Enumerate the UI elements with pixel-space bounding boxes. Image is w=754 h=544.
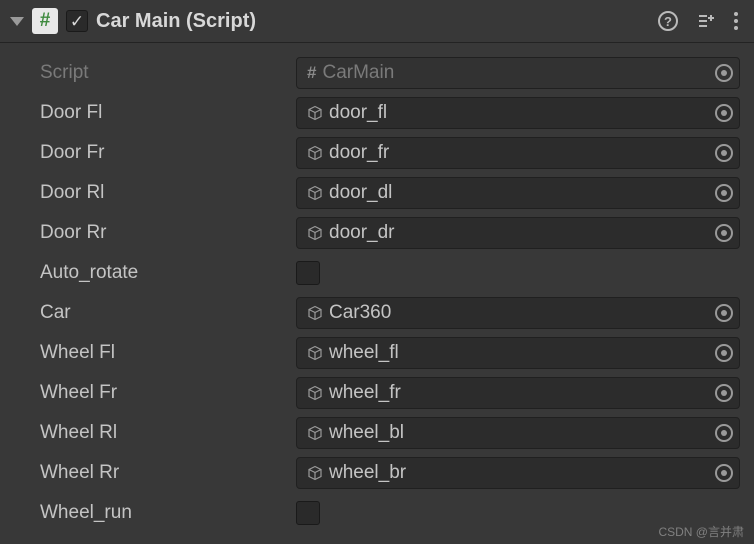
object-field[interactable]: door_fl xyxy=(296,97,740,129)
gameobject-cube-icon xyxy=(307,225,323,241)
property-checkbox[interactable] xyxy=(296,501,320,525)
gameobject-cube-icon xyxy=(307,145,323,161)
property-row: Door Rl door_dl xyxy=(40,173,740,213)
object-picker-icon[interactable] xyxy=(715,424,733,442)
object-field[interactable]: door_dl xyxy=(296,177,740,209)
properties-panel: Script # CarMain Door Fl door_flDoor Fr … xyxy=(0,43,754,533)
foldout-toggle-icon[interactable] xyxy=(10,17,24,26)
gameobject-cube-icon xyxy=(307,465,323,481)
property-label: Wheel Rl xyxy=(40,422,296,444)
property-row: Door Fr door_fr xyxy=(40,133,740,173)
object-picker-icon[interactable] xyxy=(715,344,733,362)
property-checkbox[interactable] xyxy=(296,261,320,285)
gameobject-cube-icon xyxy=(307,105,323,121)
object-picker-icon[interactable] xyxy=(715,304,733,322)
checkmark-icon: ✓ xyxy=(70,13,84,30)
object-field-value: door_dl xyxy=(329,182,709,204)
gameobject-cube-icon xyxy=(307,385,323,401)
gameobject-cube-icon xyxy=(307,185,323,201)
script-hash-icon: # xyxy=(307,63,316,83)
object-field-value: wheel_fr xyxy=(329,382,709,404)
property-label: Door Fr xyxy=(40,142,296,164)
object-field[interactable]: Car360 xyxy=(296,297,740,329)
help-icon[interactable]: ? xyxy=(658,11,678,31)
object-field-value: wheel_bl xyxy=(329,422,709,444)
preset-icon[interactable] xyxy=(696,11,716,31)
object-picker-icon[interactable] xyxy=(715,64,733,82)
script-property-row: Script # CarMain xyxy=(40,53,740,93)
property-row: Auto_rotate xyxy=(40,253,740,293)
property-row: Car Car360 xyxy=(40,293,740,333)
gameobject-cube-icon xyxy=(307,305,323,321)
gameobject-cube-icon xyxy=(307,425,323,441)
object-picker-icon[interactable] xyxy=(715,184,733,202)
script-label: Script xyxy=(40,62,296,84)
script-value: CarMain xyxy=(322,62,709,84)
component-enabled-checkbox[interactable]: ✓ xyxy=(66,10,88,32)
property-row: Wheel Fl wheel_fl xyxy=(40,333,740,373)
object-field[interactable]: door_fr xyxy=(296,137,740,169)
object-picker-icon[interactable] xyxy=(715,464,733,482)
object-picker-icon[interactable] xyxy=(715,224,733,242)
component-title: Car Main (Script) xyxy=(96,10,650,33)
watermark-text: CSDN @言并肃 xyxy=(658,523,744,540)
property-label: Door Rr xyxy=(40,222,296,244)
object-field-value: door_fl xyxy=(329,102,709,124)
kebab-menu-icon[interactable] xyxy=(734,12,738,30)
property-label: Wheel_run xyxy=(40,502,296,524)
gameobject-cube-icon xyxy=(307,345,323,361)
property-row: Wheel_run xyxy=(40,493,740,533)
object-field[interactable]: wheel_fr xyxy=(296,377,740,409)
object-field[interactable]: wheel_bl xyxy=(296,417,740,449)
object-field-value: door_dr xyxy=(329,222,709,244)
property-label: Wheel Fl xyxy=(40,342,296,364)
object-picker-icon[interactable] xyxy=(715,384,733,402)
property-label: Door Fl xyxy=(40,102,296,124)
object-field-value: wheel_br xyxy=(329,462,709,484)
object-field-value: door_fr xyxy=(329,142,709,164)
script-object-field: # CarMain xyxy=(296,57,740,89)
object-picker-icon[interactable] xyxy=(715,144,733,162)
object-picker-icon[interactable] xyxy=(715,104,733,122)
object-field-value: wheel_fl xyxy=(329,342,709,364)
component-header: # ✓ Car Main (Script) ? xyxy=(0,0,754,43)
property-row: Wheel Rr wheel_br xyxy=(40,453,740,493)
object-field[interactable]: wheel_br xyxy=(296,457,740,489)
property-row: Door Rr door_dr xyxy=(40,213,740,253)
header-actions: ? xyxy=(658,11,744,31)
property-label: Auto_rotate xyxy=(40,262,296,284)
object-field[interactable]: wheel_fl xyxy=(296,337,740,369)
property-row: Wheel Rl wheel_bl xyxy=(40,413,740,453)
property-label: Wheel Rr xyxy=(40,462,296,484)
property-row: Wheel Fr wheel_fr xyxy=(40,373,740,413)
property-row: Door Fl door_fl xyxy=(40,93,740,133)
object-field-value: Car360 xyxy=(329,302,709,324)
property-label: Door Rl xyxy=(40,182,296,204)
object-field[interactable]: door_dr xyxy=(296,217,740,249)
script-type-icon: # xyxy=(32,8,58,34)
property-label: Wheel Fr xyxy=(40,382,296,404)
property-label: Car xyxy=(40,302,296,324)
